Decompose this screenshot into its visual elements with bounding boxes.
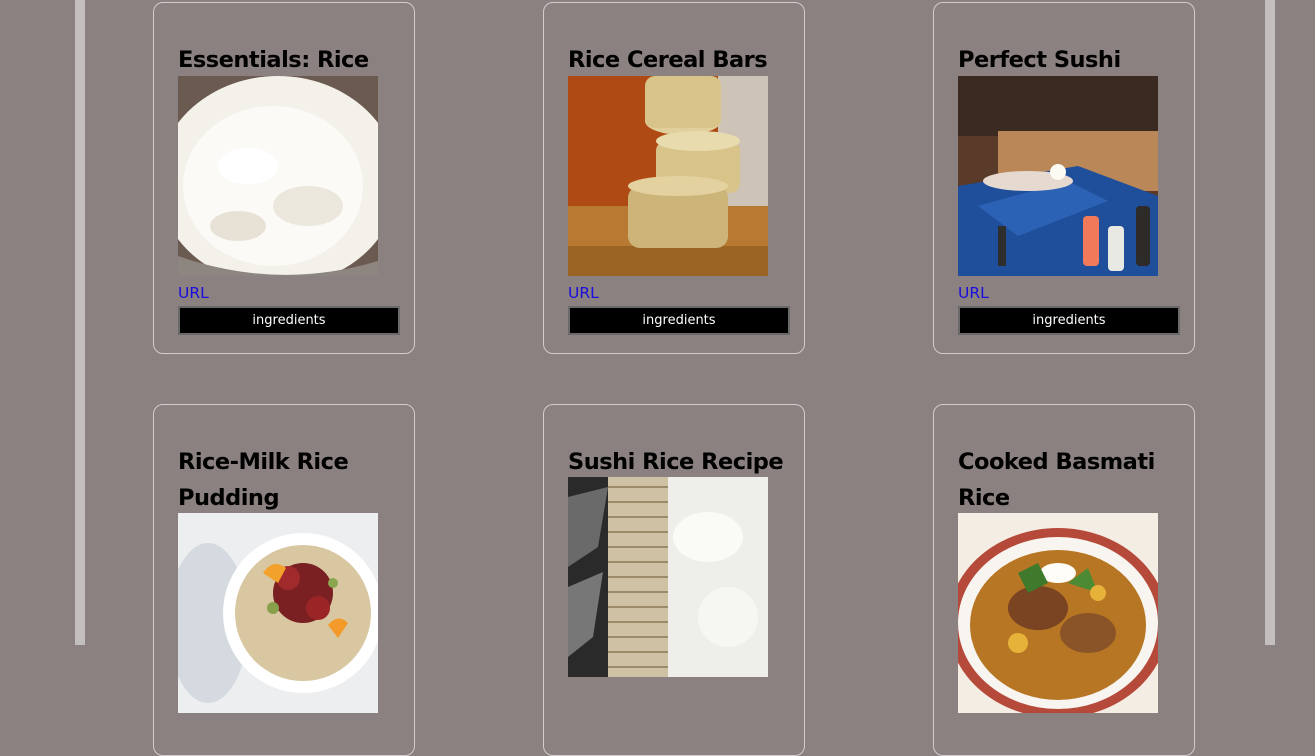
right-border-rail xyxy=(1265,0,1275,645)
recipe-image-basmati-curry xyxy=(958,513,1158,713)
recipe-url-link[interactable]: URL xyxy=(178,284,209,302)
recipe-image-rice-bowl xyxy=(178,76,378,276)
recipe-title: Sushi Rice Recipe xyxy=(568,449,784,475)
recipe-card: Perfect Sushi Rice URL ingredients xyxy=(933,2,1195,354)
recipe-title: Cooked Basmati Rice xyxy=(958,449,1155,511)
ingredients-button[interactable]: ingredients xyxy=(178,306,400,335)
recipe-image-sushi-chef xyxy=(958,76,1158,276)
recipe-title: Rice Cereal Bars xyxy=(568,47,768,73)
recipe-image-cereal-bars xyxy=(568,76,768,276)
recipe-image-rice-pudding xyxy=(178,513,378,713)
recipe-card: Rice-Milk Rice Pudding xyxy=(153,404,415,756)
recipe-card: Essentials: Rice URL ingredients xyxy=(153,2,415,354)
ingredients-button[interactable]: ingredients xyxy=(568,306,790,335)
recipe-url-link[interactable]: URL xyxy=(568,284,599,302)
ingredients-button[interactable]: ingredients xyxy=(958,306,1180,335)
recipe-card: Sushi Rice Recipe xyxy=(543,404,805,756)
left-border-rail xyxy=(75,0,85,645)
recipe-image-sushi-mat xyxy=(568,477,768,677)
recipe-url-link[interactable]: URL xyxy=(958,284,989,302)
recipe-title: Essentials: Rice xyxy=(178,47,369,73)
recipe-title: Rice-Milk Rice Pudding xyxy=(178,449,349,511)
recipe-card: Cooked Basmati Rice xyxy=(933,404,1195,756)
recipe-card: Rice Cereal Bars URL ingredients xyxy=(543,2,805,354)
